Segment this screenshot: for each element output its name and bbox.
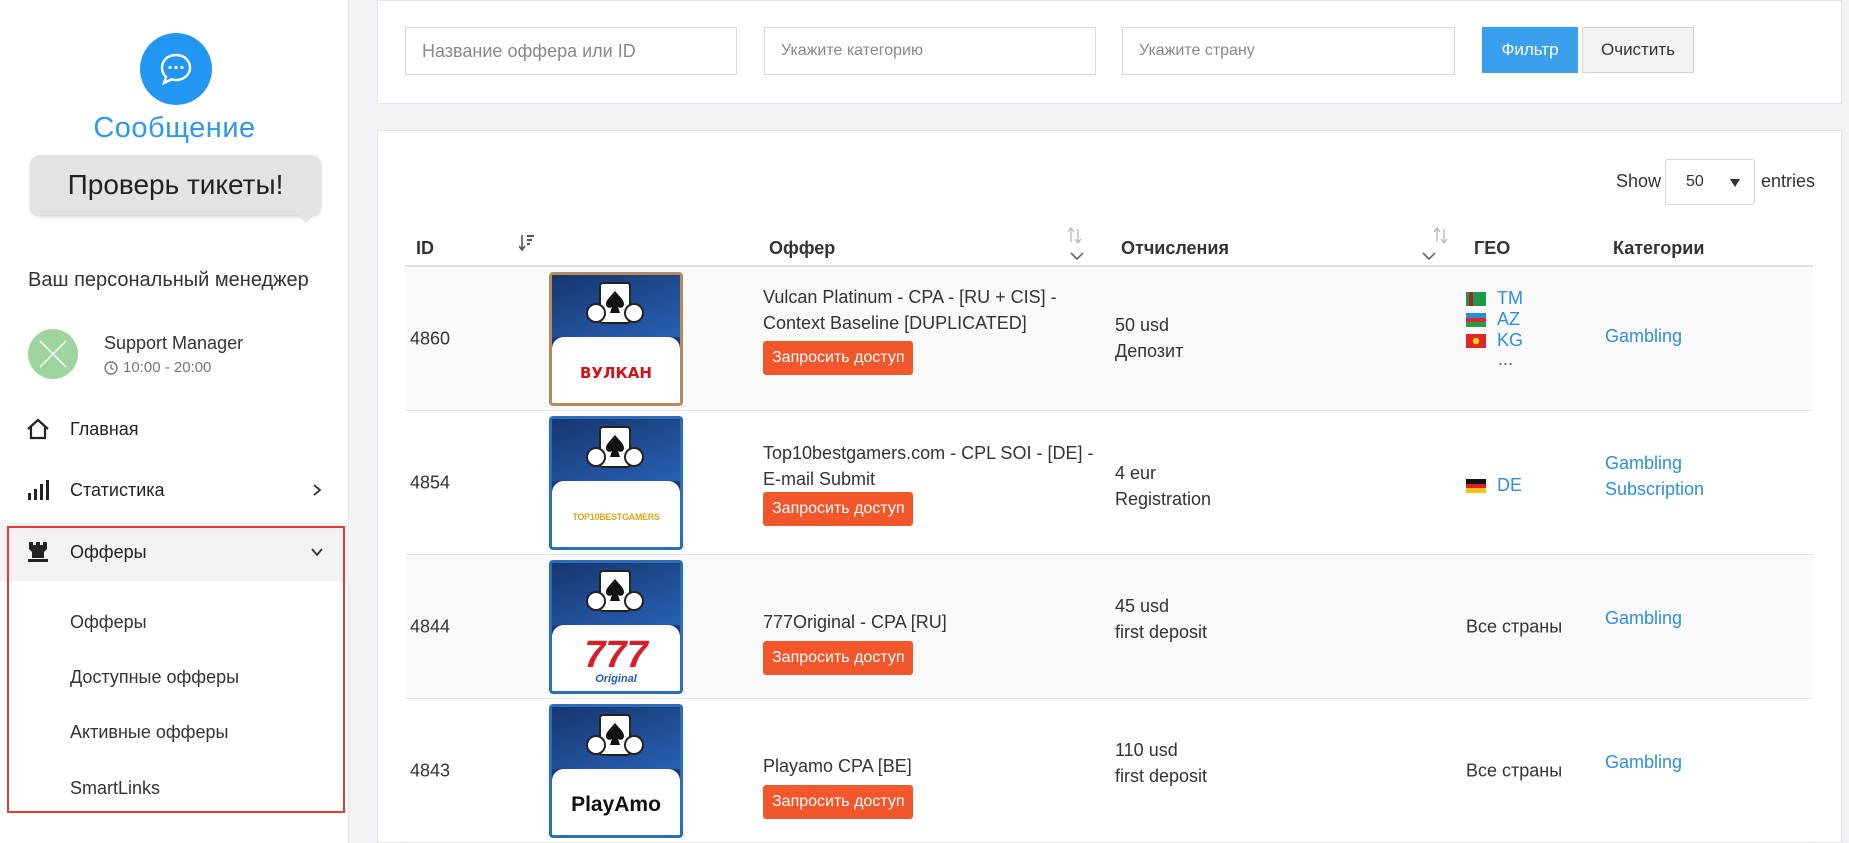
payout-amount: 110 usd bbox=[1115, 740, 1178, 760]
request-access-button[interactable]: Запросить доступ bbox=[763, 492, 914, 526]
submenu-active-offers[interactable]: Активные офферы bbox=[70, 722, 228, 743]
geo-item[interactable]: DE bbox=[1466, 475, 1522, 496]
category-link[interactable]: Subscription bbox=[1605, 476, 1704, 502]
geo-all-countries: Все страны bbox=[1466, 616, 1563, 636]
chevron-right-icon bbox=[313, 484, 322, 496]
request-access-button[interactable]: Запросить доступ bbox=[763, 641, 914, 675]
logo-brand-subtext: Original bbox=[595, 673, 637, 685]
show-label: Show bbox=[1616, 171, 1662, 191]
geo-item[interactable]: TM bbox=[1466, 288, 1523, 309]
geo-item[interactable]: KG bbox=[1466, 330, 1523, 351]
header-offer[interactable]: Оффер bbox=[769, 238, 835, 259]
table-row: 4843 PlayAmo Playamo CPA [BE] Запросить … bbox=[405, 699, 1813, 843]
header-categories: Категории bbox=[1613, 238, 1705, 258]
logo-brand-text: ВУЛКАН bbox=[580, 364, 652, 382]
flag-tm-icon bbox=[1466, 291, 1486, 306]
geo-all-countries: Все страны bbox=[1466, 760, 1563, 780]
nav-label-offers: Офферы bbox=[70, 541, 147, 562]
playing-card-icon bbox=[586, 570, 644, 612]
playing-card-icon bbox=[586, 426, 644, 468]
geo-code[interactable]: AZ bbox=[1497, 309, 1520, 330]
filter-button[interactable]: Фильтр bbox=[1482, 27, 1578, 73]
check-tickets-banner[interactable]: Проверь тикеты! bbox=[30, 155, 321, 223]
chat-bubble-icon[interactable] bbox=[140, 33, 212, 105]
nav-item-offers[interactable]: Офферы bbox=[0, 523, 349, 581]
flag-az-icon bbox=[1466, 312, 1486, 327]
rook-icon bbox=[26, 540, 50, 564]
offer-name[interactable]: Playamo CPA [BE] bbox=[763, 753, 1108, 779]
entries-select[interactable]: 50 bbox=[1665, 159, 1755, 205]
clock-icon bbox=[104, 360, 118, 375]
header-id[interactable]: ID bbox=[416, 238, 434, 259]
offer-logo[interactable]: PlayAmo bbox=[549, 704, 683, 838]
nav-label-statistics: Статистика bbox=[70, 479, 165, 500]
payout-type: first deposit bbox=[1115, 766, 1208, 786]
payout-amount: 4 eur bbox=[1115, 463, 1157, 483]
category-link[interactable]: Gambling bbox=[1605, 605, 1682, 631]
country-input[interactable] bbox=[1122, 27, 1455, 75]
category-link[interactable]: Gambling bbox=[1605, 450, 1704, 476]
offer-name[interactable]: 777Original - CPA [RU] bbox=[763, 609, 1108, 635]
manager-name: Support Manager bbox=[104, 333, 244, 353]
submenu-offers[interactable]: Офферы bbox=[70, 612, 147, 633]
offer-name[interactable]: Vulcan Platinum - CPA - [RU + CIS] - Con… bbox=[763, 284, 1108, 336]
flag-de-icon bbox=[1466, 478, 1486, 493]
entries-value: 50 bbox=[1686, 173, 1704, 190]
manager-hours-text: 10:00 - 20:00 bbox=[123, 359, 212, 376]
payout-type: first deposit bbox=[1115, 622, 1208, 642]
manager-heading: Ваш персональный менеджер bbox=[28, 269, 309, 291]
offer-name-input[interactable] bbox=[405, 27, 737, 75]
clear-button[interactable]: Очистить bbox=[1582, 27, 1694, 73]
message-title[interactable]: Сообщение bbox=[0, 112, 349, 145]
logo-brand-text: 777 bbox=[584, 634, 648, 676]
header-geo: ГЕО bbox=[1474, 238, 1511, 258]
manager-avatar bbox=[28, 329, 78, 379]
playing-card-icon bbox=[586, 282, 644, 324]
playing-card-icon bbox=[586, 714, 644, 756]
entries-label: entries bbox=[1761, 171, 1816, 191]
submenu-available-offers[interactable]: Доступные офферы bbox=[70, 667, 239, 688]
flag-kg-icon bbox=[1466, 333, 1486, 348]
geo-code[interactable]: KG bbox=[1497, 330, 1523, 351]
offer-id: 4843 bbox=[410, 760, 451, 780]
submenu-smartlinks[interactable]: SmartLinks bbox=[70, 778, 160, 799]
chevron-down-icon bbox=[311, 548, 323, 557]
sidebar: Сообщение Проверь тикеты! Ваш персональн… bbox=[0, 0, 349, 843]
nav-label-home: Главная bbox=[70, 418, 139, 439]
nav-item-statistics[interactable]: Статистика bbox=[0, 461, 349, 519]
geo-code[interactable]: DE bbox=[1497, 475, 1522, 496]
payout-type: Registration bbox=[1115, 489, 1212, 509]
logo-brand-text: PlayAmo bbox=[571, 793, 661, 816]
offer-logo[interactable]: TOP10BESTGAMERS bbox=[549, 416, 683, 550]
geo-code[interactable]: TM bbox=[1497, 288, 1523, 309]
payout-amount: 50 usd bbox=[1115, 315, 1170, 335]
offer-id: 4844 bbox=[410, 616, 451, 636]
request-access-button[interactable]: Запросить доступ bbox=[763, 785, 914, 819]
geo-item[interactable]: AZ bbox=[1466, 309, 1523, 330]
category-input[interactable] bbox=[764, 27, 1096, 75]
header-payout[interactable]: Отчисления bbox=[1121, 238, 1229, 259]
geo-more[interactable]: ... bbox=[1466, 350, 1523, 368]
caret-down-icon bbox=[1730, 179, 1740, 187]
request-access-button[interactable]: Запросить доступ bbox=[763, 341, 914, 375]
table-row: 4854 TOP10BESTGAMERS Top10bestgamers.com… bbox=[405, 411, 1813, 555]
offer-name[interactable]: Top10bestgamers.com - CPL SOI - [DE] - E… bbox=[763, 440, 1108, 492]
stats-bars-icon bbox=[26, 478, 50, 502]
table-row: 4844 777 Original 777Original - CPA [RU]… bbox=[405, 555, 1813, 699]
offer-id: 4854 bbox=[410, 472, 451, 492]
sort-desc-icon[interactable] bbox=[519, 232, 535, 256]
nav-item-home[interactable]: Главная bbox=[0, 400, 349, 458]
payout-amount: 45 usd bbox=[1115, 596, 1170, 616]
manager-hours: 10:00 - 20:00 bbox=[104, 359, 211, 376]
home-icon bbox=[26, 417, 50, 441]
offer-id: 4860 bbox=[410, 328, 451, 348]
payout-type: Депозит bbox=[1115, 341, 1184, 361]
offer-logo[interactable]: 777 Original bbox=[549, 560, 683, 694]
table-row: 4860 ВУЛКАН Vulcan Platinum - CPA - [RU … bbox=[405, 267, 1813, 411]
category-link[interactable]: Gambling bbox=[1605, 749, 1682, 775]
category-link[interactable]: Gambling bbox=[1605, 323, 1682, 349]
logo-brand-text: TOP10BESTGAMERS bbox=[572, 512, 660, 522]
offer-logo[interactable]: ВУЛКАН bbox=[549, 272, 683, 406]
